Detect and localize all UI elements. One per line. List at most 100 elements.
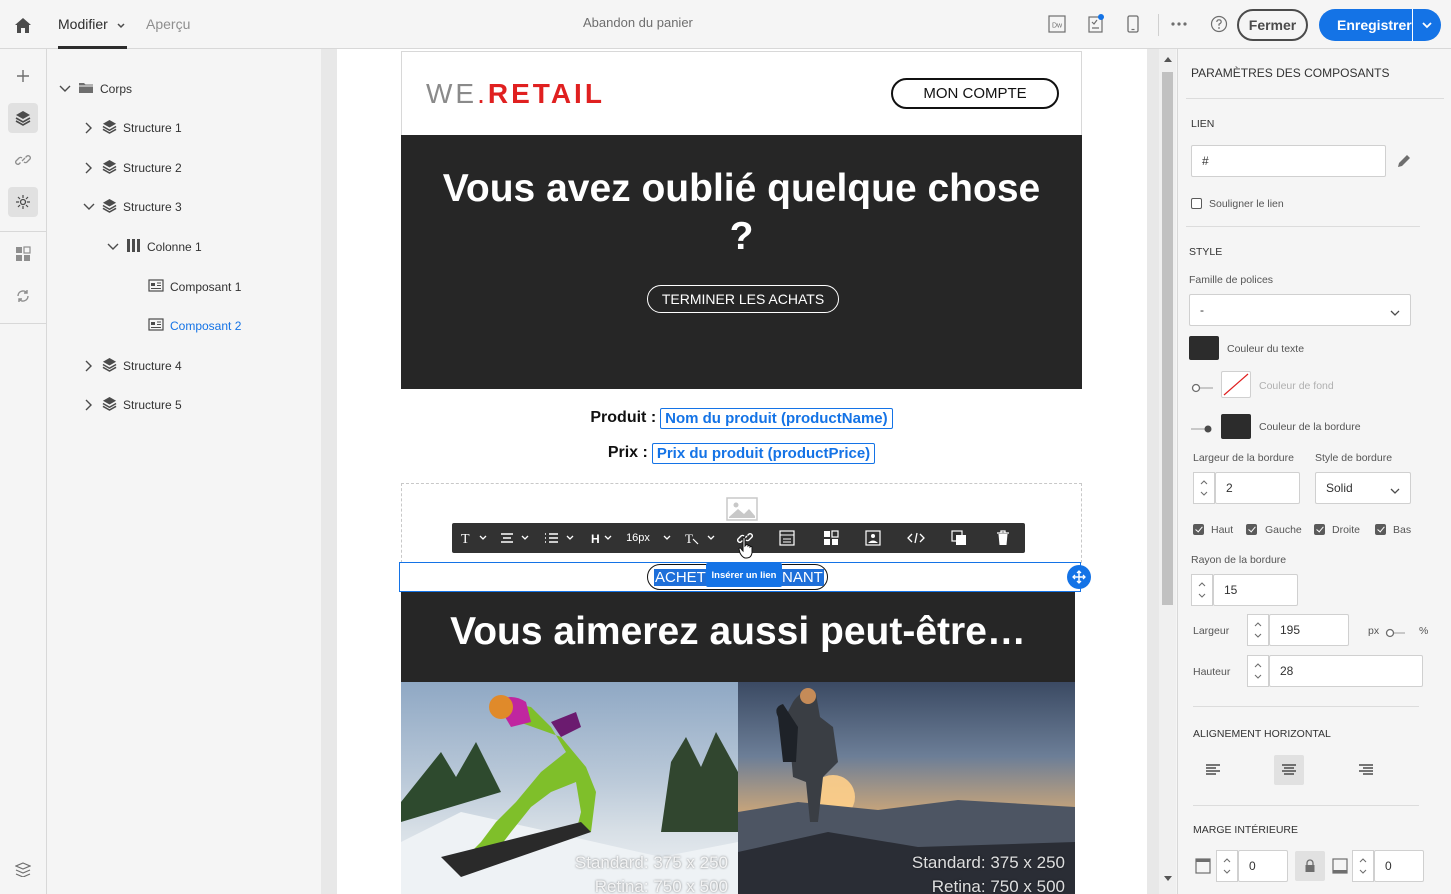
chevron-down-icon[interactable] [1415,9,1439,41]
border-style-select[interactable]: Solid [1315,472,1411,504]
add-icon[interactable] [8,61,38,91]
history-icon[interactable] [8,854,38,884]
border-width-stepper[interactable] [1193,472,1215,504]
clear-format-icon[interactable]: T [680,523,720,553]
layers-icon[interactable] [8,103,38,133]
heading-icon[interactable]: H [586,523,620,553]
border-left-checkbox[interactable] [1246,524,1257,535]
product-price-field[interactable]: Prix du produit (productPrice) [651,442,876,464]
link-section-title: LIEN [1191,118,1215,130]
image-icon[interactable] [858,523,888,553]
tree-node-label: Structure 4 [123,359,182,373]
save-button[interactable]: Enregistrer [1319,9,1441,41]
chevron-down-icon[interactable] [82,200,96,214]
font-size-select[interactable]: 16px [626,523,676,553]
chevron-down-icon [1390,484,1400,498]
lock-icon[interactable] [1295,851,1325,881]
tree-node-label: Structure 5 [123,398,182,412]
link-input[interactable]: # [1191,145,1386,177]
hero-banner[interactable]: Vous avez oublié quelque chose ? TERMINE… [401,135,1082,389]
dreamweaver-icon[interactable]: Dw [1046,13,1068,35]
chevron-right-icon[interactable] [82,161,96,175]
border-bottom-checkbox[interactable] [1375,524,1386,535]
personalization-icon[interactable] [8,187,38,217]
price-row: Prix : Prix du produit (productPrice) [401,441,1082,465]
tree-node-structure[interactable]: Structure 4 [82,354,182,378]
recommendations-banner[interactable]: Vous aimerez aussi peut-être… [401,592,1075,682]
more-icon[interactable] [1168,13,1190,35]
border-right-checkbox[interactable] [1314,524,1325,535]
border-radius-label: Rayon de la bordure [1191,554,1287,566]
scroll-up-icon[interactable] [1162,54,1173,64]
help-icon[interactable] [1208,13,1230,35]
bg-color-toggle[interactable] [1191,380,1213,393]
width-stepper[interactable] [1247,614,1269,646]
align-center-icon[interactable] [1274,755,1304,785]
chevron-down-icon[interactable] [58,82,72,96]
sync-icon[interactable] [8,281,38,311]
align-icon[interactable] [496,523,534,553]
fragments-icon[interactable] [8,239,38,269]
text-color-swatch[interactable] [1189,336,1219,360]
finish-shopping-button[interactable]: TERMINER LES ACHATS [647,285,839,313]
list-icon[interactable] [540,523,578,553]
scroll-down-icon[interactable] [1162,874,1173,884]
tree-node-structure[interactable]: Structure 5 [82,393,182,417]
chevron-right-icon[interactable] [82,121,96,135]
edit-pencil-icon[interactable] [1396,153,1412,174]
mobile-preview-icon[interactable] [1122,13,1144,35]
delete-icon[interactable] [988,523,1018,553]
chevron-down-icon[interactable] [106,240,120,254]
tree-node-structure[interactable]: Structure 1 [82,116,182,140]
product-photo-hiker[interactable]: Standard: 375 x 250 Retina: 750 x 500 [738,682,1075,894]
align-right-icon[interactable] [1351,755,1381,785]
link-icon[interactable] [8,145,38,175]
padding-bottom-input[interactable]: 0 [1374,850,1424,882]
tree-node-component-selected[interactable]: Composant 2 [148,314,241,338]
email-header[interactable]: WE.RETAIL MON COMPTE [401,51,1082,135]
border-color-swatch[interactable] [1221,414,1251,439]
tree-node-structure[interactable]: Structure 2 [82,156,182,180]
height-input[interactable]: 28 [1269,655,1423,687]
tree-node-structure[interactable]: Structure 3 [82,195,182,219]
underline-link-checkbox[interactable] [1191,198,1202,209]
border-radius-stepper[interactable] [1191,574,1213,606]
insert-link-tooltip: Insérer un lien [706,563,782,587]
svg-text:H: H [591,532,600,545]
product-photo-snowboarder[interactable]: Standard: 375 x 250 Retina: 750 x 500 [401,682,738,894]
checklist-icon[interactable] [1085,13,1107,35]
height-stepper[interactable] [1247,655,1269,687]
code-icon[interactable] [901,523,931,553]
padding-top-stepper[interactable] [1216,850,1238,882]
border-top-checkbox[interactable] [1193,524,1204,535]
block-icon[interactable] [772,523,802,553]
tree-node-component[interactable]: Composant 1 [148,275,241,299]
duplicate-icon[interactable] [944,523,974,553]
product-name-field[interactable]: Nom du produit (productName) [660,407,893,429]
align-left-icon[interactable] [1198,755,1228,785]
canvas-scrollbar[interactable] [1159,49,1176,894]
tree-node-column[interactable]: Colonne 1 [106,235,202,259]
border-width-input[interactable]: 2 [1215,472,1300,504]
layout-icon[interactable] [816,523,846,553]
padding-bottom-stepper[interactable] [1352,850,1374,882]
border-color-toggle[interactable] [1191,421,1213,433]
chevron-right-icon[interactable] [82,398,96,412]
move-handle-icon[interactable] [1067,565,1091,589]
logo-dot: . [477,78,488,109]
tree-node-body[interactable]: Corps [58,77,132,101]
text-format-icon[interactable]: T [456,523,490,553]
bg-color-swatch[interactable] [1221,371,1251,398]
home-icon[interactable] [8,10,38,40]
tab-preview[interactable]: Aperçu [146,16,190,32]
scrollbar-thumb[interactable] [1162,72,1173,605]
font-family-select[interactable]: - [1189,294,1411,326]
unit-toggle[interactable] [1383,625,1405,638]
account-button[interactable]: MON COMPTE [891,78,1059,109]
tab-edit[interactable]: Modifier [58,16,125,32]
chevron-right-icon[interactable] [82,359,96,373]
padding-top-input[interactable]: 0 [1238,850,1288,882]
border-radius-input[interactable]: 15 [1213,574,1298,606]
width-input[interactable]: 195 [1269,614,1349,646]
close-button[interactable]: Fermer [1237,9,1308,41]
